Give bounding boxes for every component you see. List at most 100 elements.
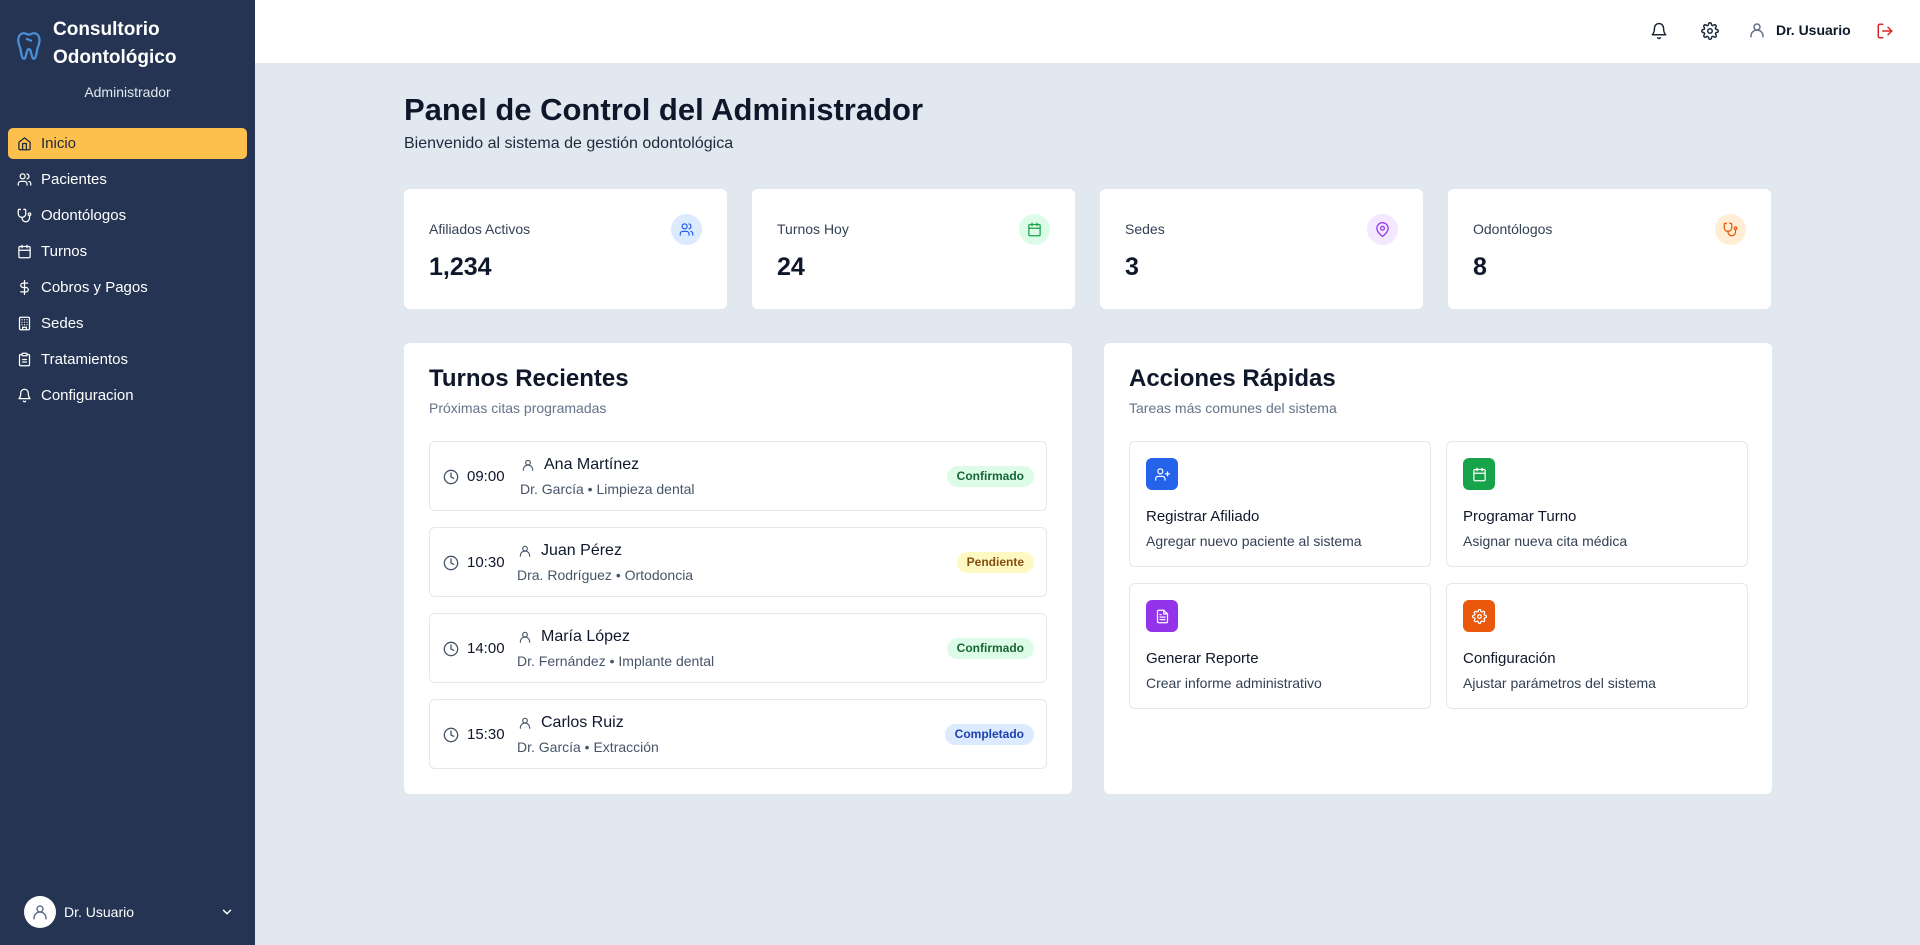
appointment-time: 15:30	[467, 726, 505, 743]
sidebar-item-tratamientos[interactable]: Tratamientos	[8, 344, 247, 375]
action-description: Asignar nueva cita médica	[1463, 533, 1628, 549]
sidebar-item-sedes[interactable]: Sedes	[8, 308, 247, 339]
appointment-item[interactable]: 15:30 Carlos Ruiz Dr. García • Extracció…	[429, 699, 1047, 769]
bell-icon	[18, 388, 31, 403]
user-icon	[522, 459, 534, 471]
stethoscope-icon	[1723, 222, 1738, 237]
action-icon	[1146, 458, 1178, 490]
avatar	[24, 896, 56, 928]
page-title: Panel de Control del Administrador	[404, 92, 924, 127]
status-badge: Pendiente	[956, 552, 1034, 573]
patient-name: María López	[541, 628, 630, 645]
sidebar-item-label: Tratamientos	[41, 351, 128, 368]
panel-title: Acciones Rápidas	[1129, 365, 1336, 392]
appointment-time: 14:00	[467, 640, 505, 657]
appointment-detail: Dr. Fernández • Implante dental	[517, 653, 715, 669]
panel-subtitle: Tareas más comunes del sistema	[1129, 400, 1337, 416]
stethoscope-icon	[17, 208, 32, 223]
status-badge: Confirmado	[946, 638, 1034, 659]
stat-label: Sedes	[1125, 221, 1165, 237]
action-title: Generar Reporte	[1146, 650, 1259, 667]
building-icon	[18, 316, 31, 331]
stat-label: Afiliados Activos	[429, 221, 531, 237]
stat-card-odontologos: Odontólogos 8	[1448, 189, 1771, 309]
appointment-time: 09:00	[467, 468, 505, 485]
top-bar: Dr. Usuario	[255, 0, 1920, 63]
sidebar-item-label: Configuracion	[41, 387, 134, 404]
sidebar-item-turnos[interactable]: Turnos	[8, 236, 247, 267]
stat-value: 1,234	[429, 253, 492, 281]
stat-icon	[1715, 214, 1746, 245]
appointment-time: 10:30	[467, 554, 505, 571]
home-icon	[18, 137, 31, 151]
action-icon	[1463, 600, 1495, 632]
users-icon	[679, 223, 694, 236]
stat-value: 3	[1125, 253, 1139, 281]
action-description: Ajustar parámetros del sistema	[1463, 675, 1656, 691]
gear-icon	[1471, 608, 1487, 624]
clock-icon	[443, 469, 459, 485]
clock-icon	[443, 555, 459, 571]
sidebar-item-odontologos[interactable]: Odontólogos	[8, 200, 247, 231]
bell-icon[interactable]	[1650, 22, 1668, 40]
patient-name: Carlos Ruiz	[541, 714, 624, 731]
stat-card-sedes: Sedes 3	[1100, 189, 1423, 309]
panel-title: Turnos Recientes	[429, 365, 629, 392]
action-programar-turno[interactable]: Programar Turno Asignar nueva cita médic…	[1446, 441, 1748, 567]
chevron-down-icon	[222, 909, 232, 915]
user-icon	[519, 545, 531, 557]
stat-icon	[1367, 214, 1398, 245]
appointment-detail: Dra. Rodríguez • Ortodoncia	[517, 567, 694, 583]
status-badge: Confirmado	[946, 466, 1034, 487]
patient-name: Ana Martínez	[544, 456, 640, 473]
user-plus-icon	[1154, 467, 1170, 481]
appointment-item[interactable]: 10:30 Juan Pérez Dra. Rodríguez • Ortodo…	[429, 527, 1047, 597]
calendar-icon	[1028, 222, 1041, 237]
logout-icon[interactable]	[1876, 22, 1894, 40]
appointment-item[interactable]: 14:00 María López Dr. Fernández • Implan…	[429, 613, 1047, 683]
sidebar-item-pacientes[interactable]: Pacientes	[8, 164, 247, 195]
dollar-icon	[20, 280, 29, 295]
sidebar-item-label: Inicio	[41, 135, 77, 152]
user-icon	[519, 717, 531, 729]
action-title: Programar Turno	[1463, 508, 1577, 525]
action-title: Configuración	[1463, 650, 1556, 667]
appointment-item[interactable]: 09:00 Ana Martínez Dr. García • Limpieza…	[429, 441, 1047, 511]
user-icon	[519, 631, 531, 643]
clock-icon	[443, 641, 459, 657]
calendar-icon	[18, 244, 31, 259]
calendar-icon	[1472, 467, 1486, 481]
action-configuracion[interactable]: Configuración Ajustar parámetros del sis…	[1446, 583, 1748, 709]
map-pin-icon	[1376, 222, 1389, 237]
sidebar-item-inicio[interactable]: Inicio	[8, 128, 247, 159]
sidebar: Consultorio Odontológico Administrador I…	[0, 0, 255, 945]
appointment-detail: Dr. García • Limpieza dental	[520, 481, 695, 497]
appointment-detail: Dr. García • Extracción	[517, 739, 659, 755]
patient-name: Juan Pérez	[541, 542, 622, 559]
users-icon	[17, 173, 32, 186]
sidebar-item-configuracion[interactable]: Configuracion	[8, 380, 247, 411]
action-registrar-afiliado[interactable]: Registrar Afiliado Agregar nuevo pacient…	[1129, 441, 1431, 567]
user-menu[interactable]: Dr. Usuario	[24, 895, 234, 929]
action-icon	[1463, 458, 1495, 490]
stat-label: Odontólogos	[1473, 221, 1553, 237]
gear-icon[interactable]	[1701, 22, 1719, 40]
quick-actions-panel: Acciones Rápidas Tareas más comunes del …	[1104, 343, 1772, 794]
role-label: Administrador	[84, 84, 171, 100]
recent-appointments-panel: Turnos Recientes Próximas citas programa…	[404, 343, 1072, 794]
sidebar-item-cobros[interactable]: Cobros y Pagos	[8, 272, 247, 303]
sidebar-item-label: Sedes	[41, 315, 84, 332]
sidebar-nav: Inicio Pacientes Odontólogos Turnos Cobr…	[8, 128, 247, 416]
tooth-logo-icon	[17, 32, 41, 60]
stat-label: Turnos Hoy	[777, 221, 849, 237]
stat-value: 24	[777, 253, 805, 281]
header-user[interactable]: Dr. Usuario	[1748, 21, 1851, 39]
header-user-name: Dr. Usuario	[1776, 22, 1851, 38]
action-description: Crear informe administrativo	[1146, 675, 1322, 691]
action-description: Agregar nuevo paciente al sistema	[1146, 533, 1362, 549]
sidebar-item-label: Cobros y Pagos	[41, 279, 148, 296]
brand: Consultorio Odontológico	[14, 16, 244, 76]
clock-icon	[443, 727, 459, 743]
action-generar-reporte[interactable]: Generar Reporte Crear informe administra…	[1129, 583, 1431, 709]
sidebar-item-label: Turnos	[41, 243, 88, 260]
